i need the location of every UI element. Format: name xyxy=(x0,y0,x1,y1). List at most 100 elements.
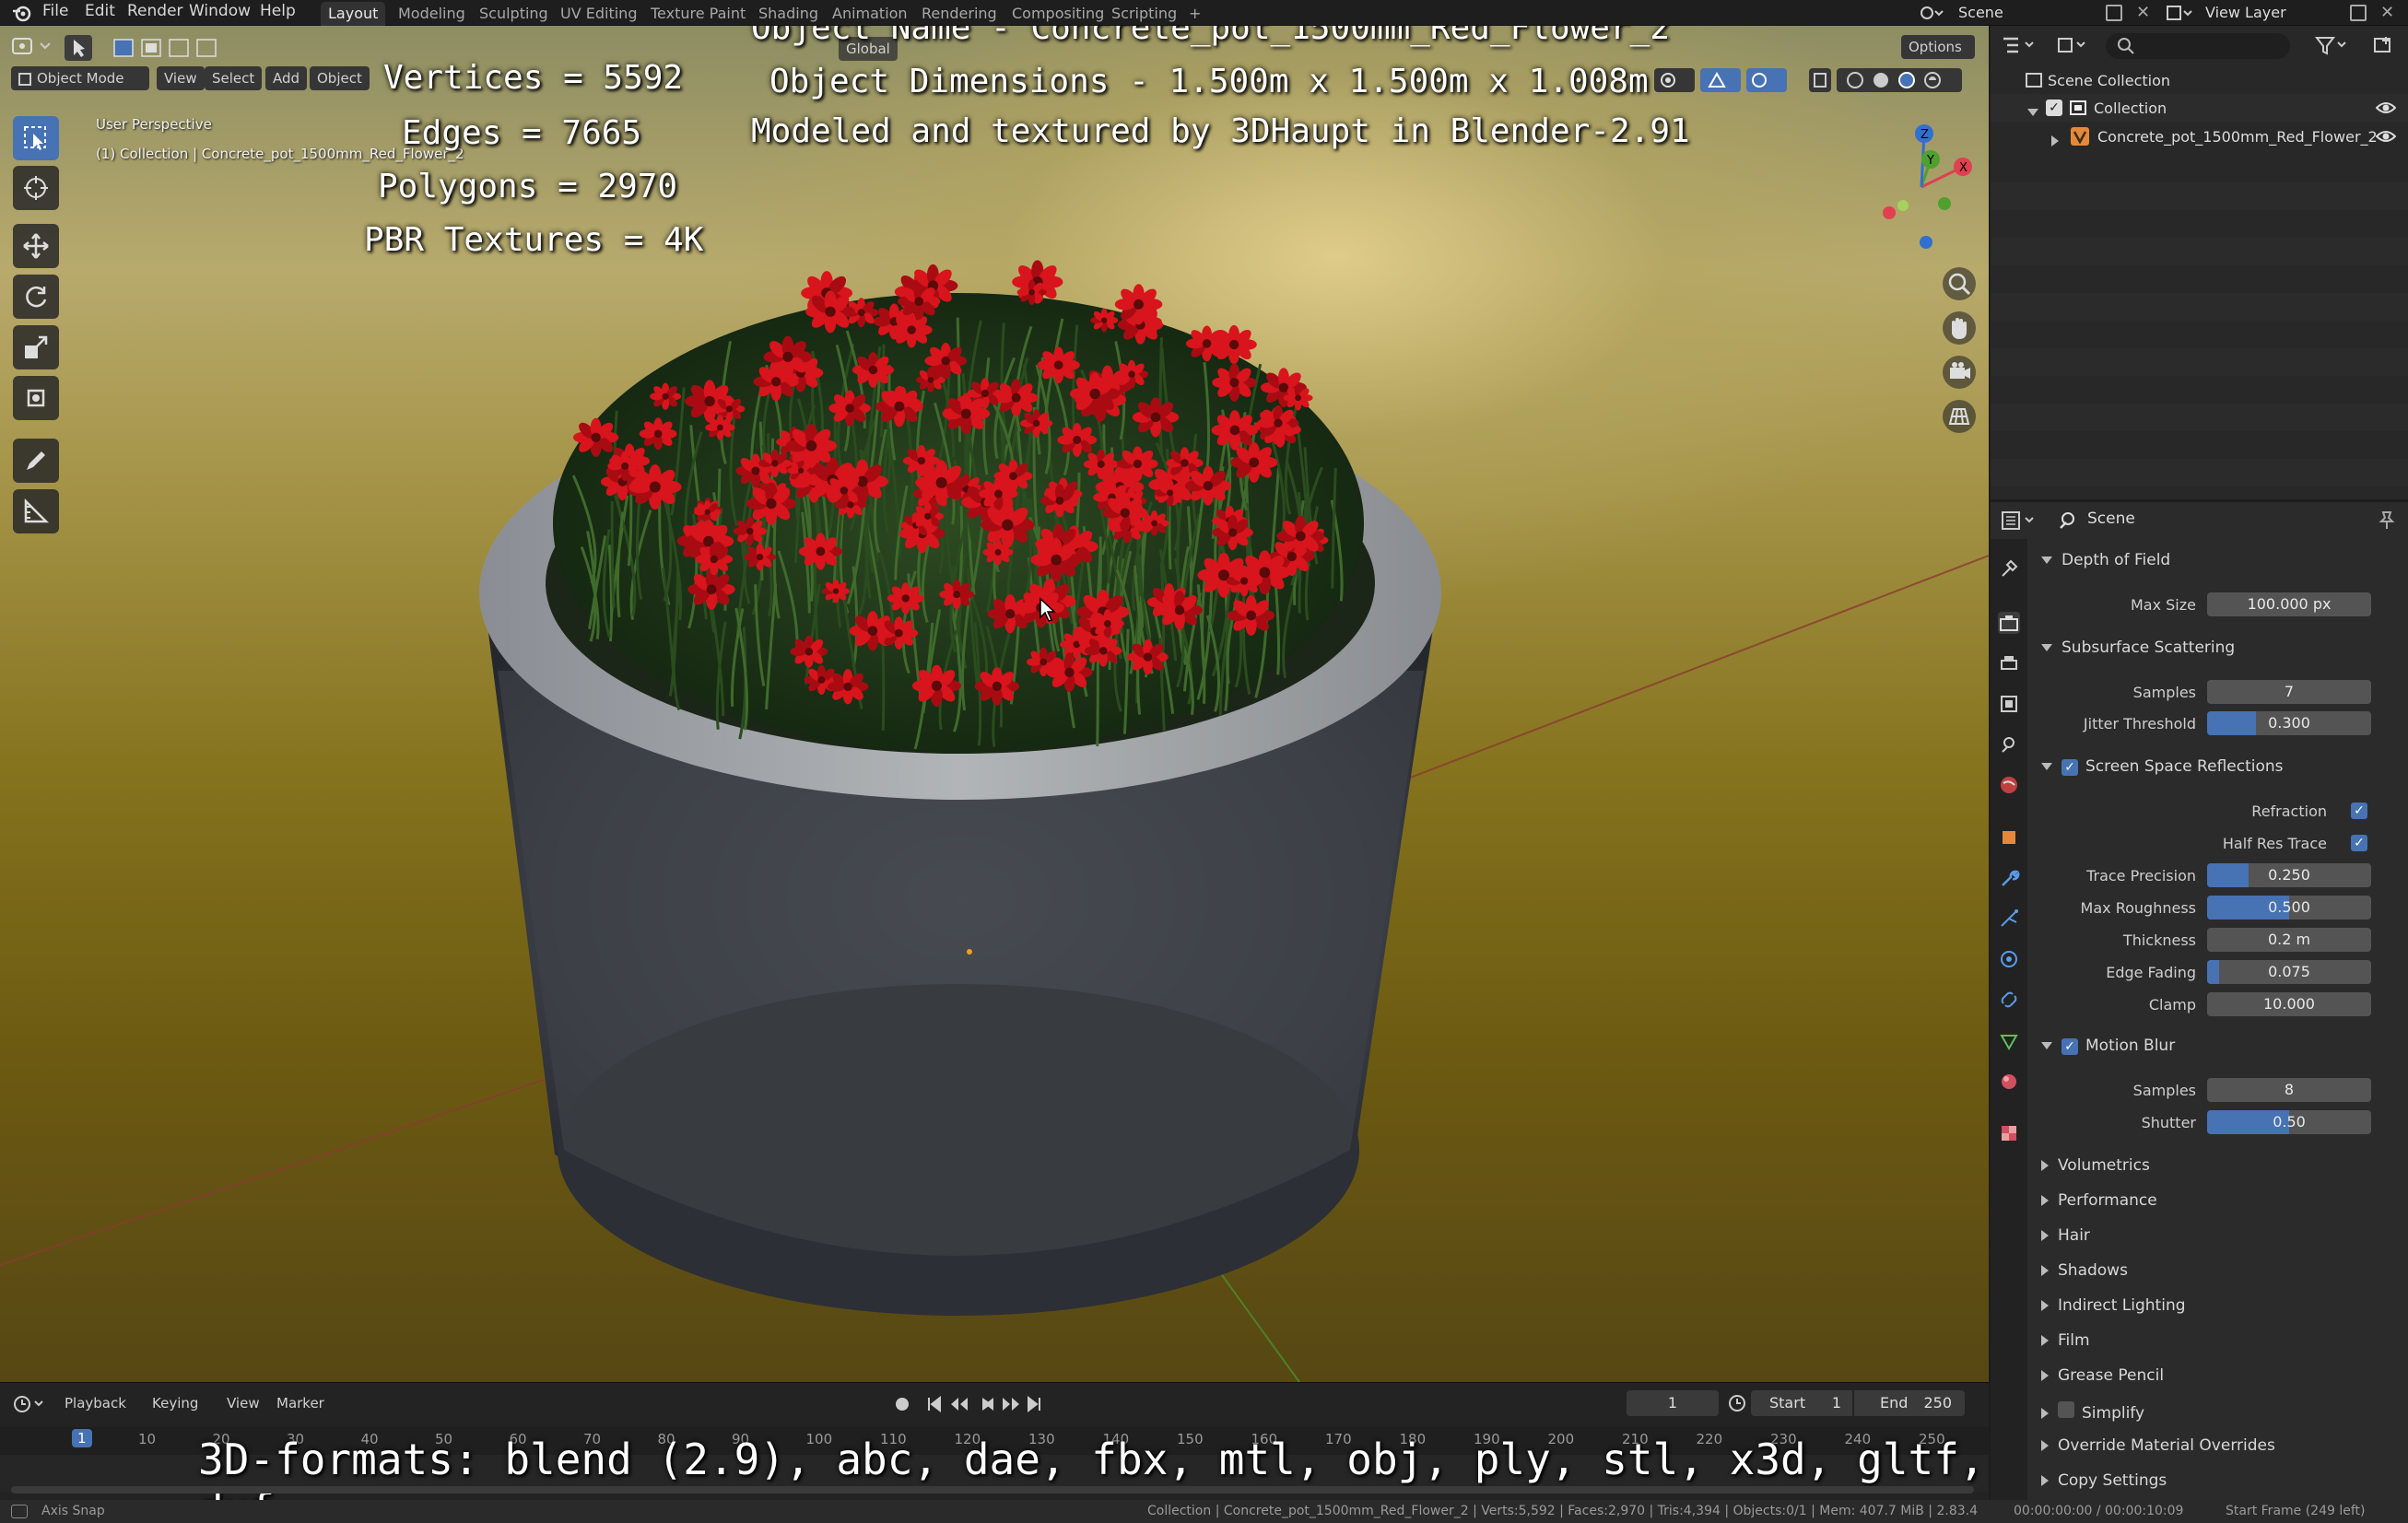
outliner-row-scene-collection[interactable]: Scene Collection xyxy=(1991,66,2408,94)
motion-blur-samples-field[interactable]: 8 xyxy=(2207,1078,2371,1102)
outliner-search-input[interactable] xyxy=(2106,33,2290,59)
playback-menu[interactable]: Playback xyxy=(65,1395,126,1412)
options-dropdown[interactable]: Options xyxy=(1901,35,1975,59)
section-copy-settings[interactable]: Copy Settings xyxy=(2041,1471,2167,1490)
thickness-field[interactable]: 0.2 m xyxy=(2207,928,2371,952)
select-menu[interactable]: Select xyxy=(205,66,263,90)
shutter-slider[interactable]: 0.50 xyxy=(2207,1110,2371,1134)
modifier-properties-tab[interactable] xyxy=(1998,867,2020,889)
section-indirect-lighting[interactable]: Indirect Lighting xyxy=(2041,1296,2186,1315)
keying-menu[interactable]: Keying xyxy=(152,1395,198,1412)
section-simplify[interactable]: Simplify xyxy=(2041,1401,2144,1423)
constraints-properties-tab[interactable] xyxy=(1998,989,2020,1011)
section-performance[interactable]: Performance xyxy=(2041,1191,2157,1210)
outliner-row-object[interactable]: Concrete_pot_1500mm_Red_Flower_2 xyxy=(1991,123,2408,150)
section-shadows[interactable]: Shadows xyxy=(2041,1261,2128,1280)
outliner-editor-type-icon[interactable] xyxy=(2000,33,2041,57)
current-frame-field[interactable]: 1 xyxy=(1627,1390,1719,1416)
visibility-eye-icon[interactable] xyxy=(2375,100,2397,116)
camera-view-icon[interactable] xyxy=(1943,356,1976,389)
select-box-tool[interactable] xyxy=(13,116,59,160)
world-properties-tab[interactable] xyxy=(1998,774,2020,796)
section-material-overrides[interactable]: Override Material Overrides xyxy=(2041,1436,2275,1455)
section-depth-of-field[interactable]: Depth of Field xyxy=(2041,551,2170,569)
new-collection-icon[interactable] xyxy=(2373,35,2393,55)
timeline-view-menu[interactable]: View xyxy=(227,1395,260,1412)
simplify-checkbox[interactable] xyxy=(2058,1401,2074,1418)
expand-arrow-icon[interactable] xyxy=(2051,131,2068,148)
output-properties-tab[interactable] xyxy=(1998,652,2020,674)
edge-fading-slider[interactable]: 0.075 xyxy=(2207,960,2371,984)
menu-edit[interactable]: Edit xyxy=(85,0,115,26)
annotate-tool[interactable] xyxy=(13,439,59,483)
navigation-gizmo[interactable]: X Y Z xyxy=(1862,123,1981,261)
section-motion-blur[interactable]: ✓ Motion Blur xyxy=(2041,1037,2175,1055)
timeline-scrollbar[interactable] xyxy=(11,1486,1974,1494)
object-properties-tab[interactable] xyxy=(1998,826,2020,849)
pan-view-hand-icon[interactable] xyxy=(1943,311,1976,345)
marker-menu[interactable]: Marker xyxy=(276,1395,324,1412)
tab-modeling[interactable]: Modeling xyxy=(391,2,473,26)
move-tool[interactable] xyxy=(13,224,59,268)
view-layer-icon[interactable] xyxy=(2166,3,2193,23)
jitter-threshold-slider[interactable]: 0.300 xyxy=(2207,711,2371,735)
tool-properties-tab[interactable] xyxy=(1998,557,2020,580)
timeline-editor[interactable]: Playback Keying View Marker 1 Start 1 En… xyxy=(0,1382,1989,1523)
zoom-view-icon[interactable] xyxy=(1943,267,1976,300)
menu-window[interactable]: Window xyxy=(189,0,251,26)
section-film[interactable]: Film xyxy=(2041,1331,2090,1350)
view-layer-properties-tab[interactable] xyxy=(1998,693,2020,715)
preview-range-clock-icon[interactable] xyxy=(1728,1394,1746,1412)
physics-properties-tab[interactable] xyxy=(1998,948,2020,970)
motion-blur-enable-checkbox[interactable]: ✓ xyxy=(2061,1038,2078,1055)
material-properties-tab[interactable] xyxy=(1998,1071,2020,1093)
add-workspace-button[interactable]: + xyxy=(1181,2,1208,26)
current-frame-indicator[interactable]: 1 xyxy=(72,1429,92,1447)
select-cursor-icon[interactable] xyxy=(65,35,92,61)
delete-view-layer-icon[interactable]: ✕ xyxy=(2380,5,2397,21)
tab-texture-paint[interactable]: Texture Paint xyxy=(643,2,753,26)
rotate-tool[interactable] xyxy=(13,275,59,319)
outliner-panel[interactable]: Scene Collection ✓ Collection Concrete_p… xyxy=(1991,26,2408,499)
cursor-tool[interactable] xyxy=(13,166,59,210)
half-res-trace-checkbox[interactable]: ✓ xyxy=(2351,835,2367,851)
sss-samples-field[interactable]: 7 xyxy=(2207,680,2371,704)
view-menu[interactable]: View xyxy=(157,66,205,90)
tab-shading[interactable]: Shading xyxy=(751,2,826,26)
tab-animation[interactable]: Animation xyxy=(825,2,915,26)
blender-logo-icon[interactable] xyxy=(11,3,31,23)
visibility-eye-icon[interactable] xyxy=(2375,128,2397,145)
data-properties-tab[interactable] xyxy=(1998,1030,2020,1052)
new-scene-icon[interactable] xyxy=(2106,5,2122,21)
orthographic-toggle-grid-icon[interactable] xyxy=(1943,400,1976,433)
tab-compositing[interactable]: Compositing xyxy=(1004,2,1111,26)
clamp-field[interactable]: 10.000 xyxy=(2207,992,2371,1016)
editor-type-icon[interactable] xyxy=(9,33,57,59)
tab-rendering[interactable]: Rendering xyxy=(914,2,1004,26)
tab-sculpting[interactable]: Sculpting xyxy=(472,2,556,26)
tab-scripting[interactable]: Scripting xyxy=(1104,2,1184,26)
playback-controls[interactable] xyxy=(890,1392,1075,1416)
refraction-checkbox[interactable]: ✓ xyxy=(2351,803,2367,819)
particles-properties-tab[interactable] xyxy=(1998,908,2020,930)
expand-arrow-icon[interactable] xyxy=(2027,102,2048,120)
outliner-row-collection[interactable]: ✓ Collection xyxy=(1991,94,2408,122)
scene-properties-tab[interactable] xyxy=(1998,733,2020,756)
pin-icon[interactable] xyxy=(2376,510,2396,530)
properties-editor-type-icon[interactable] xyxy=(2000,508,2041,533)
measure-tool[interactable] xyxy=(13,489,59,533)
max-roughness-slider[interactable]: 0.500 xyxy=(2207,896,2371,920)
display-mode-icon[interactable] xyxy=(2055,33,2092,57)
start-frame-field[interactable]: Start 1 xyxy=(1751,1390,1852,1416)
menu-render[interactable]: Render xyxy=(127,0,183,26)
selection-mode-icons[interactable] xyxy=(111,35,230,61)
3d-viewport[interactable]: Object Mode View Select Add Object Globa… xyxy=(0,26,1989,1382)
timeline-editor-type-icon[interactable] xyxy=(11,1392,48,1416)
texture-properties-tab[interactable] xyxy=(1998,1122,2020,1144)
menu-help[interactable]: Help xyxy=(260,0,296,26)
trace-precision-slider[interactable]: 0.250 xyxy=(2207,863,2371,887)
tab-layout[interactable]: Layout xyxy=(321,2,386,26)
ssr-enable-checkbox[interactable]: ✓ xyxy=(2061,759,2078,776)
section-grease-pencil[interactable]: Grease Pencil xyxy=(2041,1366,2164,1385)
object-mode-dropdown[interactable]: Object Mode xyxy=(11,66,149,90)
